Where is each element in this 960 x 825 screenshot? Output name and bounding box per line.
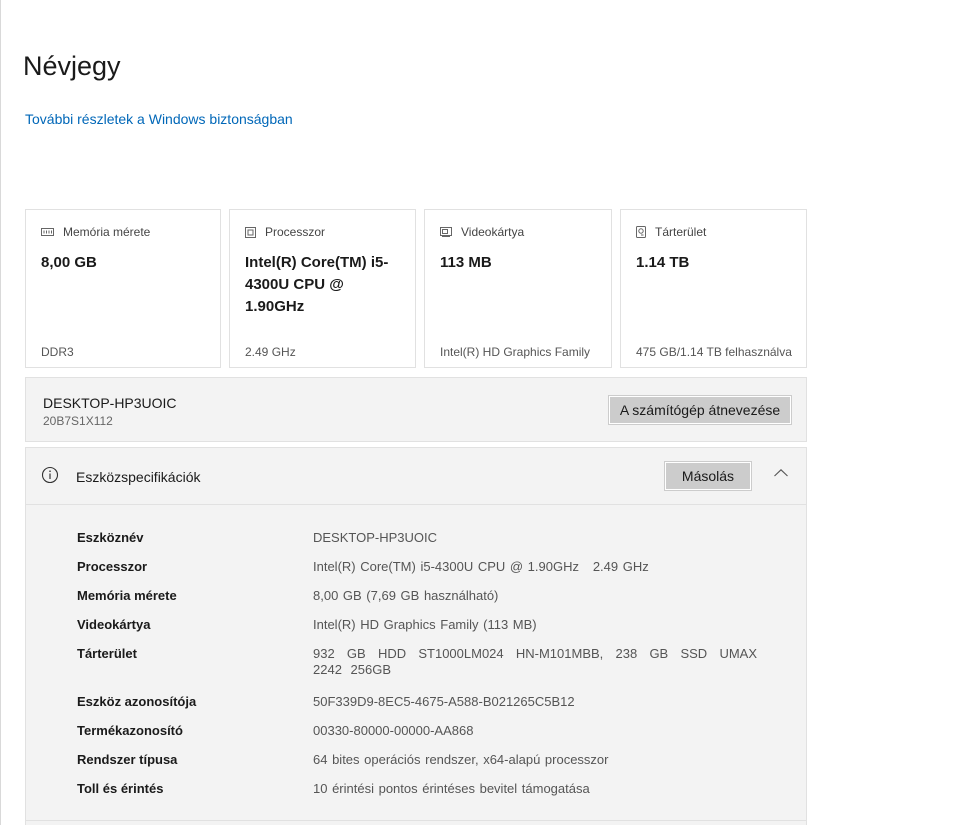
card-processor-title: Processzor — [265, 225, 326, 239]
summary-cards: Memória mérete 8,00 GB DDR3 Processzor I… — [25, 209, 807, 370]
spec-label: Eszköznév — [77, 530, 144, 545]
spec-label: Videokártya — [77, 617, 151, 632]
spec-value: 8,00 GB (7,69 GB használható) — [313, 588, 499, 603]
card-memory-title: Memória mérete — [63, 225, 151, 239]
spec-value: Intel(R) HD Graphics Family (113 MB) — [313, 617, 537, 632]
card-storage: Tárterület 1.14 TB 475 GB/1.14 TB felhas… — [620, 209, 807, 368]
rename-pc-button[interactable]: A számítógép átnevezése — [608, 395, 792, 425]
spec-label: Toll és érintés — [77, 781, 164, 796]
memory-icon — [41, 228, 54, 236]
spec-value: Intel(R) Core(TM) i5-4300U CPU @ 1.90GHz… — [313, 559, 649, 574]
copy-button[interactable]: Másolás — [664, 461, 752, 491]
device-specifications-panel: Eszközspecifikációk Másolás Eszköznév DE… — [25, 447, 807, 825]
spec-label: Tárterület — [77, 646, 137, 661]
window-edge — [0, 0, 1, 825]
page-title: Névjegy — [23, 51, 121, 81]
card-processor-value: Intel(R) Core(TM) i5-4300U CPU @ 1.90GHz — [245, 254, 389, 315]
spec-value: 00330-80000-00000-AA868 — [313, 723, 474, 738]
windows-security-link[interactable]: További részletek a Windows biztonságban — [25, 110, 293, 128]
spec-value: 10 érintési pontos érintéses bevitel tám… — [313, 781, 590, 796]
device-specifications-header[interactable]: Eszközspecifikációk Másolás — [26, 448, 806, 505]
spec-value: 64 bites operációs rendszer, x64-alapú p… — [313, 752, 609, 767]
card-graphics-sub: Intel(R) HD Graphics Family — [440, 345, 591, 359]
card-memory-value: 8,00 GB — [41, 254, 97, 271]
processor-icon — [245, 226, 256, 238]
spec-value: 50F339D9-8EC5-4675-A588-B021265C5B12 — [313, 694, 575, 709]
spec-label: Memória mérete — [77, 588, 177, 603]
spec-label: Eszköz azonosítója — [77, 694, 197, 709]
card-graphics-value: 113 MB — [440, 254, 492, 271]
card-processor: Processzor Intel(R) Core(TM) i5-4300U CP… — [229, 209, 416, 368]
card-graphics: Videokártya 113 MB Intel(R) HD Graphics … — [424, 209, 612, 368]
spec-label: Rendszer típusa — [77, 752, 178, 767]
spec-label: Processzor — [77, 559, 148, 574]
card-memory-sub: DDR3 — [41, 345, 74, 359]
device-model: 20B7S1X112 — [43, 414, 113, 428]
info-icon — [41, 466, 59, 484]
spec-value: 932 GB HDD ST1000LM024 HN-M101MBB, 238 G… — [313, 646, 757, 677]
graphics-card-icon — [440, 227, 452, 237]
storage-icon — [636, 226, 646, 238]
card-graphics-title: Videokártya — [461, 225, 525, 239]
card-processor-sub: 2.49 GHz — [245, 345, 296, 359]
device-name-bar: DESKTOP-HP3UOIC 20B7S1X112 A számítógép … — [25, 377, 807, 442]
device-specifications-title: Eszközspecifikációk — [76, 469, 201, 485]
spec-value: DESKTOP-HP3UOIC — [313, 530, 438, 545]
spec-label: Termékazonosító — [77, 723, 183, 738]
chevron-up-icon[interactable] — [773, 468, 789, 478]
panel-divider — [26, 820, 806, 821]
card-memory: Memória mérete 8,00 GB DDR3 — [25, 209, 221, 368]
card-storage-sub: 475 GB/1.14 TB felhasználva — [636, 345, 792, 359]
device-name: DESKTOP-HP3UOIC — [43, 395, 177, 411]
card-storage-title: Tárterület — [655, 225, 707, 239]
card-storage-value: 1.14 TB — [636, 254, 690, 271]
